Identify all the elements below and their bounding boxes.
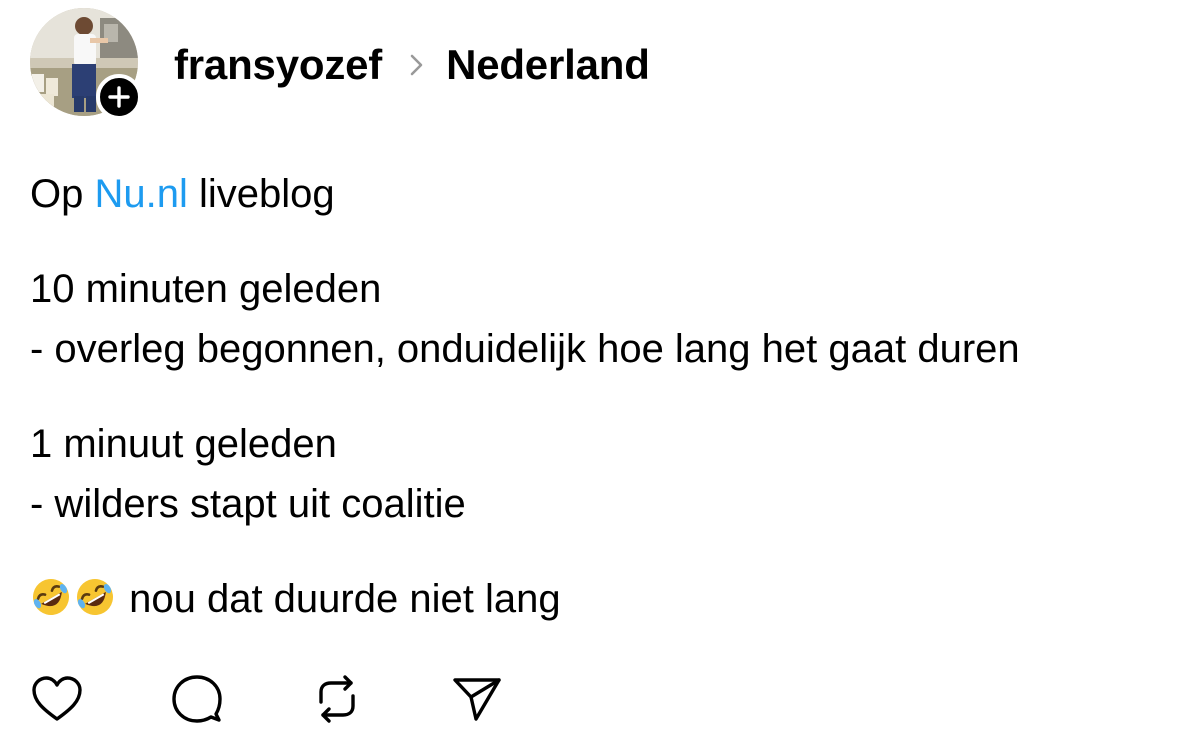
update-paragraph-1: 10 minuten geleden - overleg begonnen, o… — [30, 259, 1190, 379]
follow-button[interactable] — [96, 74, 142, 120]
intro-suffix: liveblog — [187, 172, 335, 216]
post-body: Op Nu.nl liveblog 10 minuten geleden - o… — [30, 164, 1190, 670]
reply-button[interactable] — [170, 672, 224, 726]
nu-nl-link[interactable]: Nu.nl — [94, 172, 187, 216]
intro-paragraph: Op Nu.nl liveblog — [30, 164, 1190, 224]
closing-paragraph: nou dat duurde niet lang — [30, 569, 1190, 635]
plus-icon — [108, 86, 130, 108]
action-bar — [30, 672, 590, 726]
update-2-time: 1 minuut geleden — [30, 422, 337, 466]
closing-text: nou dat duurde niet lang — [118, 577, 561, 621]
like-button[interactable] — [30, 672, 84, 726]
post-header: fransyozef Nederland — [174, 38, 650, 92]
repost-button[interactable] — [310, 672, 364, 726]
share-button[interactable] — [450, 672, 504, 726]
rolling-on-floor-laughing-emoji-icon — [74, 575, 116, 635]
send-icon — [453, 678, 501, 721]
repost-icon — [319, 675, 355, 723]
update-1-time: 10 minuten geleden — [30, 267, 382, 311]
chevron-right-icon — [410, 53, 424, 77]
update-paragraph-2: 1 minuut geleden - wilders stapt uit coa… — [30, 414, 1190, 534]
username-link[interactable]: fransyozef — [174, 41, 382, 89]
comment-bubble-icon — [172, 675, 222, 723]
update-1-text: - overleg begonnen, onduidelijk hoe lang… — [30, 327, 1020, 371]
thread-post: fransyozef Nederland Op Nu.nl liveblog 1… — [0, 0, 1192, 750]
update-2-text: - wilders stapt uit coalitie — [30, 482, 466, 526]
topic-link[interactable]: Nederland — [446, 41, 650, 89]
heart-icon — [32, 676, 82, 721]
rolling-on-floor-laughing-emoji-icon — [30, 575, 72, 635]
intro-prefix: Op — [30, 172, 95, 216]
avatar-container — [30, 8, 146, 120]
